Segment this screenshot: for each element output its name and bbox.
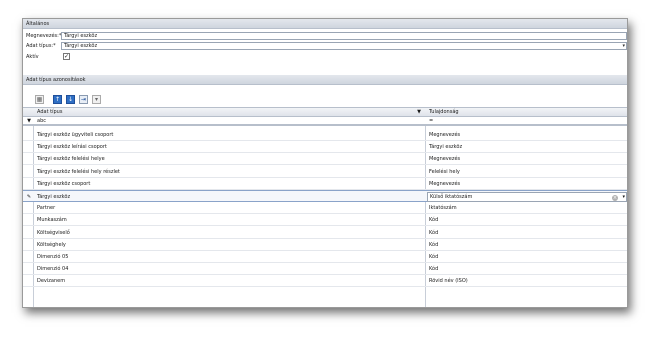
cell-property[interactable]: Rövid név (ISO): [427, 275, 627, 287]
table-row[interactable]: Tárgyi eszköz felelési hely részlet Felel…: [23, 166, 627, 178]
property-editor[interactable]: Külső iktatószám × ▾: [427, 192, 627, 202]
identifiers-grid: Adat típus ▼ Tulajdonság ▼ abc = Tárgyi …: [23, 107, 627, 307]
identifiers-section-header: Adat típus azonosítások: [23, 75, 627, 85]
chevron-down-icon[interactable]: ▾: [622, 194, 625, 200]
type-label: Adat típus:*: [26, 43, 56, 49]
table-row[interactable]: Dimenzió 05 Kód: [23, 251, 627, 263]
dialog-window: Általános Megnevezés:* Tárgyi eszköz Ada…: [22, 18, 628, 308]
cell-property[interactable]: Megnevezés: [427, 178, 627, 190]
cell-type[interactable]: Dimenzió 05: [35, 251, 425, 263]
table-row[interactable]: Dimenzió 04 Kód: [23, 263, 627, 276]
cell-property[interactable]: Megnevezés: [427, 129, 627, 141]
grid-toolbar: ▦ ↑ ↓ ⇥ ▾: [23, 94, 627, 106]
cell-property[interactable]: Kód: [427, 251, 627, 263]
name-input[interactable]: Tárgyi eszköz: [61, 32, 627, 40]
cell-property[interactable]: Kód: [427, 239, 627, 251]
table-row[interactable]: Tárgyi eszköz leírási csoport Tárgyi eszk…: [23, 141, 627, 154]
cell-property[interactable]: Tárgyi eszköz: [427, 141, 627, 153]
table-row[interactable]: Partner Iktatószám: [23, 202, 627, 215]
active-row: Aktív ✓: [23, 52, 627, 62]
table-row[interactable]: Tárgyi eszköz felelési helye Megnevezés: [23, 153, 627, 166]
table-row[interactable]: ✎ Tárgyi eszköz Külső iktatószám × ▾: [23, 190, 627, 202]
dropdown-icon[interactable]: ▾: [92, 95, 101, 104]
export-icon[interactable]: ⇥: [79, 95, 88, 104]
cell-property[interactable]: Felelési hely: [427, 166, 627, 178]
column-header-property[interactable]: Tulajdonság: [427, 108, 627, 116]
cell-property[interactable]: Megnevezés: [427, 153, 627, 165]
table-row[interactable]: Devizanem Rövid név (ISO): [23, 275, 627, 288]
cell-type[interactable]: Költséghely: [35, 239, 425, 251]
grid-settings-icon[interactable]: ▦: [35, 95, 44, 104]
active-label: Aktív: [26, 54, 39, 60]
cell-property[interactable]: Kód: [427, 214, 627, 226]
table-row[interactable]: Költségviselő Kód: [23, 227, 627, 239]
type-row: Adat típus:* Tárgyi eszköz ▾: [23, 41, 627, 51]
name-label: Megnevezés:*: [26, 33, 62, 39]
cell-type[interactable]: Devizanem: [35, 275, 425, 287]
cell-type[interactable]: Tárgyi eszköz felelési helye: [35, 153, 425, 165]
table-row[interactable]: Tárgyi eszköz ügyviteli csoport Megnevezé…: [23, 129, 627, 141]
cell-type[interactable]: Dimenzió 04: [35, 263, 425, 275]
type-select[interactable]: Tárgyi eszköz ▾: [61, 42, 627, 50]
grid-header: Adat típus ▼ Tulajdonság: [23, 108, 627, 117]
chevron-down-icon[interactable]: ▾: [622, 43, 625, 49]
column-header-type[interactable]: Adat típus ▼: [35, 108, 425, 116]
cell-type[interactable]: Tárgyi eszköz csoport: [35, 178, 425, 190]
general-section-header: Általános: [23, 19, 627, 29]
filter-row: ▼ abc =: [23, 117, 627, 126]
column-header-type-label: Adat típus: [37, 109, 63, 115]
table-row[interactable]: Tárgyi eszköz csoport Megnevezés: [23, 178, 627, 190]
type-select-value: Tárgyi eszköz: [64, 43, 98, 49]
cell-type[interactable]: Tárgyi eszköz ügyviteli csoport: [35, 129, 425, 141]
name-row: Megnevezés:* Tárgyi eszköz: [23, 31, 627, 41]
property-editor-value: Külső iktatószám: [430, 194, 473, 200]
filter-icon: ▼: [27, 118, 31, 124]
cell-type[interactable]: Tárgyi eszköz: [35, 191, 425, 203]
cell-property[interactable]: Kód: [427, 227, 627, 239]
clear-icon[interactable]: ×: [612, 195, 618, 201]
cell-type[interactable]: Munkaszám: [35, 214, 425, 226]
move-down-icon[interactable]: ↓: [66, 95, 75, 104]
filter-property-input[interactable]: =: [427, 117, 627, 126]
cell-type[interactable]: Partner: [35, 202, 425, 214]
cell-type[interactable]: Költségviselő: [35, 227, 425, 239]
cell-type[interactable]: Tárgyi eszköz felelési hely részlet: [35, 166, 425, 178]
move-up-icon[interactable]: ↑: [53, 95, 62, 104]
filter-type-input[interactable]: abc: [35, 117, 425, 126]
cell-property[interactable]: Iktatószám: [427, 202, 627, 214]
active-checkbox[interactable]: ✓: [63, 53, 70, 60]
table-row[interactable]: Munkaszám Kód: [23, 214, 627, 227]
cell-property[interactable]: Kód: [427, 263, 627, 275]
edit-row-icon: ✎: [26, 194, 32, 200]
cell-type[interactable]: Tárgyi eszköz leírási csoport: [35, 141, 425, 153]
sort-arrow-icon[interactable]: ▼: [417, 108, 421, 116]
table-row[interactable]: Költséghely Kód: [23, 239, 627, 251]
